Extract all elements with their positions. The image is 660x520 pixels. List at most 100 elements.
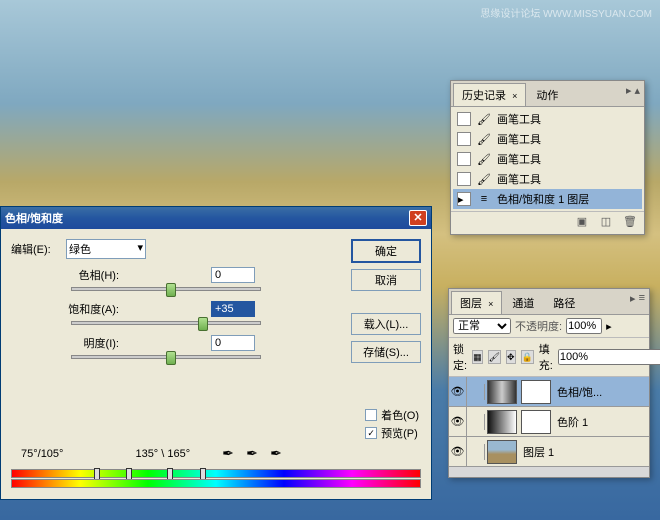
panel-menu-icon[interactable]: ▸	[630, 292, 636, 305]
layer-item[interactable]: 👁 色阶 1	[449, 407, 649, 437]
close-icon[interactable]: ×	[488, 299, 493, 309]
history-checkbox[interactable]	[457, 172, 471, 186]
adjust-icon: ≡	[477, 192, 491, 206]
blend-opacity-row: 正常 不透明度: ▸	[449, 315, 649, 338]
eyedropper-plus-icon[interactable]: ✒	[246, 445, 264, 463]
history-list: 🖌画笔工具 🖌画笔工具 🖌画笔工具 🖌画笔工具 ▸≡色相/饱和度 1 图层	[451, 107, 644, 211]
preview-label: 预览(P)	[381, 425, 418, 441]
colorize-label: 着色(O)	[381, 407, 419, 423]
titlebar[interactable]: 色相/饱和度 ✕	[1, 207, 431, 229]
opacity-input[interactable]	[566, 318, 602, 334]
close-icon[interactable]: ×	[512, 91, 517, 101]
layer-item[interactable]: 👁 色相/饱...	[449, 377, 649, 407]
lock-all-icon[interactable]: 🔒	[521, 350, 534, 364]
fill-input[interactable]	[558, 349, 660, 365]
edit-combo[interactable]: 绿色▾	[66, 239, 146, 259]
link-col[interactable]	[467, 414, 485, 430]
layers-panel: 图层 × 通道 路径 ▸≡ 正常 不透明度: ▸ 锁定: ▦ 🖌 ✥ 🔒 填充:…	[448, 288, 650, 478]
colorize-checkbox[interactable]	[365, 409, 377, 421]
brush-icon: 🖌	[477, 132, 491, 146]
close-button[interactable]: ✕	[409, 210, 427, 226]
panel-menu-icon[interactable]: ▸	[626, 84, 632, 97]
layer-thumb[interactable]	[487, 380, 517, 404]
hue-slider[interactable]	[71, 287, 261, 291]
mask-thumb[interactable]	[521, 410, 551, 434]
history-footer: ▣ ◫ 🗑	[451, 211, 644, 234]
layer-name: 色相/饱...	[553, 384, 602, 400]
visibility-icon[interactable]: 👁	[449, 377, 467, 406]
new-icon[interactable]: ◫	[598, 215, 614, 231]
layer-name: 色阶 1	[553, 414, 588, 430]
history-item[interactable]: 🖌画笔工具	[453, 109, 642, 129]
eyedropper-icon[interactable]: ✒	[222, 445, 240, 463]
history-checkbox[interactable]	[457, 152, 471, 166]
layer-name: 图层 1	[519, 444, 554, 460]
tab-layers[interactable]: 图层 ×	[451, 291, 502, 314]
history-item[interactable]: 🖌画笔工具	[453, 129, 642, 149]
cancel-button[interactable]: 取消	[351, 269, 421, 291]
layer-thumb[interactable]	[487, 440, 517, 464]
layer-thumb[interactable]	[487, 410, 517, 434]
layer-list: 👁 色相/饱... 👁 色阶 1 👁 图层 1	[449, 377, 649, 477]
lig-input[interactable]: 0	[211, 335, 255, 351]
blend-mode-select[interactable]: 正常	[453, 318, 511, 334]
opacity-label: 不透明度:	[515, 318, 562, 334]
slider-thumb[interactable]	[166, 351, 176, 365]
lock-pixels-icon[interactable]: 🖌	[488, 350, 501, 364]
history-checkbox[interactable]	[457, 112, 471, 126]
tab-channels[interactable]: 通道	[503, 291, 543, 314]
history-item[interactable]: 🖌画笔工具	[453, 169, 642, 189]
load-button[interactable]: 载入(L)...	[351, 313, 421, 335]
fill-label: 填充:	[539, 341, 553, 373]
history-tabs: 历史记录 × 动作 ▸▴	[451, 81, 644, 107]
slider-thumb[interactable]	[166, 283, 176, 297]
link-col[interactable]	[467, 384, 485, 400]
trash-icon[interactable]: 🗑	[622, 215, 638, 231]
lock-transparent-icon[interactable]: ▦	[472, 350, 483, 364]
visibility-icon[interactable]: 👁	[449, 437, 467, 466]
panel-grip-icon[interactable]: ≡	[639, 292, 645, 305]
edit-label: 编辑(E):	[11, 241, 66, 257]
spectrum[interactable]	[11, 469, 421, 491]
lig-label: 明度(I):	[61, 335, 131, 351]
chevron-icon[interactable]: ▸	[606, 320, 612, 333]
sat-slider[interactable]	[71, 321, 261, 325]
history-item[interactable]: ▸≡色相/饱和度 1 图层	[453, 189, 642, 209]
tab-history[interactable]: 历史记录 ×	[453, 83, 526, 106]
range-right: 135° \ 165°	[135, 448, 190, 460]
lig-slider[interactable]	[71, 355, 261, 359]
tab-paths[interactable]: 路径	[544, 291, 584, 314]
brush-icon: 🖌	[477, 112, 491, 126]
snapshot-icon[interactable]: ▣	[574, 215, 590, 231]
eyedropper-minus-icon[interactable]: ✒	[270, 445, 288, 463]
layers-tabs: 图层 × 通道 路径 ▸≡	[449, 289, 649, 315]
link-col[interactable]	[467, 444, 485, 460]
tab-actions[interactable]: 动作	[527, 83, 567, 106]
watermark: 思缘设计论坛 WWW.MISSYUAN.COM	[480, 5, 652, 20]
history-item[interactable]: 🖌画笔工具	[453, 149, 642, 169]
history-panel: 历史记录 × 动作 ▸▴ 🖌画笔工具 🖌画笔工具 🖌画笔工具 🖌画笔工具 ▸≡色…	[450, 80, 645, 235]
brush-icon: 🖌	[477, 152, 491, 166]
ok-button[interactable]: 确定	[351, 239, 421, 263]
panel-collapse-icon[interactable]: ▴	[634, 84, 640, 97]
hue-input[interactable]: 0	[211, 267, 255, 283]
preview-checkbox[interactable]: ✓	[365, 427, 377, 439]
history-checkbox[interactable]: ▸	[457, 192, 471, 206]
dialog-title: 色相/饱和度	[5, 210, 409, 226]
lock-position-icon[interactable]: ✥	[506, 350, 516, 364]
save-button[interactable]: 存储(S)...	[351, 341, 421, 363]
lock-row: 锁定: ▦ 🖌 ✥ 🔒 填充: ▸	[449, 338, 649, 377]
hue-saturation-dialog: 色相/饱和度 ✕ 编辑(E): 绿色▾ 色相(H): 0 饱和度(A): +35 明…	[0, 206, 432, 500]
hue-label: 色相(H):	[61, 267, 131, 283]
history-checkbox[interactable]	[457, 132, 471, 146]
chevron-down-icon: ▾	[137, 241, 143, 257]
sat-label: 饱和度(A):	[61, 301, 131, 317]
brush-icon: 🖌	[477, 172, 491, 186]
visibility-icon[interactable]: 👁	[449, 407, 467, 436]
layer-item[interactable]: 👁 图层 1	[449, 437, 649, 467]
mask-thumb[interactable]	[521, 380, 551, 404]
sat-input[interactable]: +35	[211, 301, 255, 317]
lock-label: 锁定:	[453, 341, 467, 373]
range-left: 75°/105°	[21, 448, 63, 460]
slider-thumb[interactable]	[198, 317, 208, 331]
